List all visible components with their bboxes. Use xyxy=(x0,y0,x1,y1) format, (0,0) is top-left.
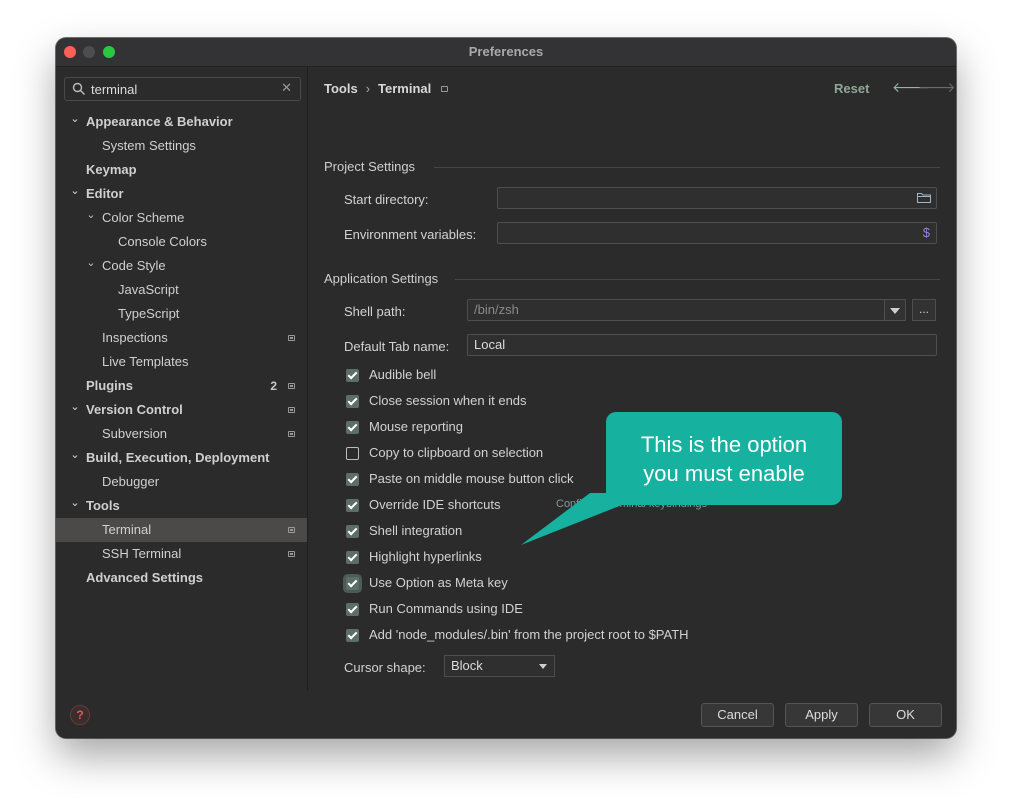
callout-line-1: This is the option xyxy=(640,432,808,457)
callout-line-2: you must enable xyxy=(643,461,805,486)
callout-pointer xyxy=(521,493,652,545)
annotation-callout: This is the option you must enable xyxy=(606,412,842,505)
